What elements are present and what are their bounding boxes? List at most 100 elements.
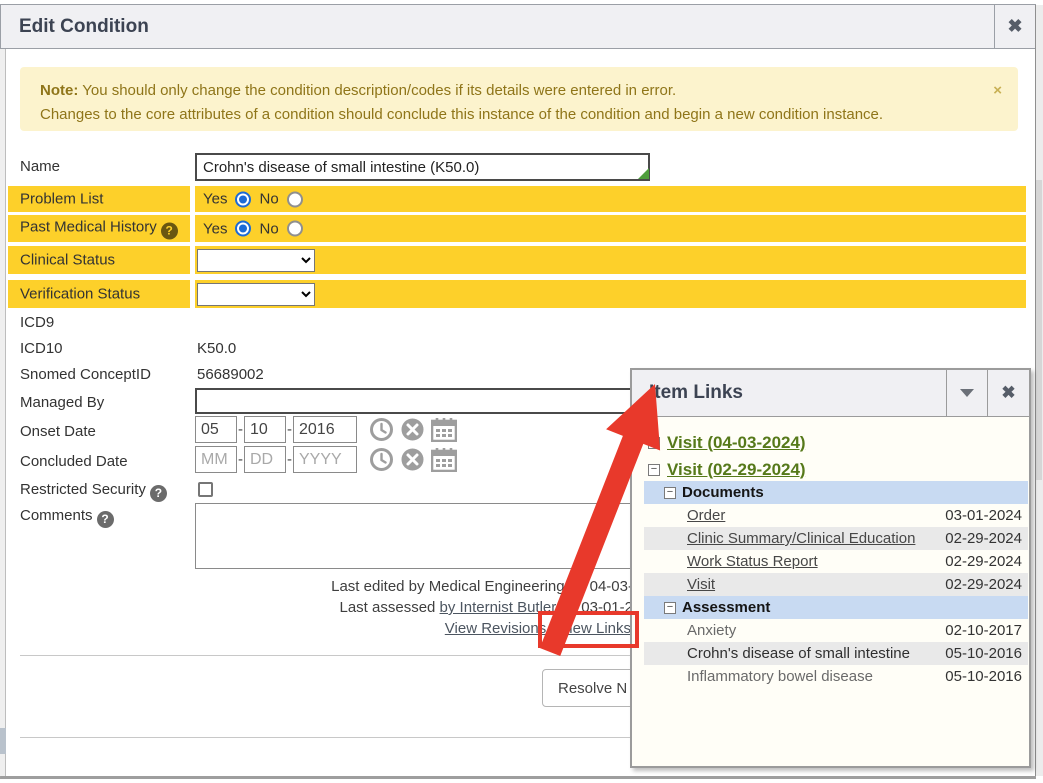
concluded-date-label: Concluded Date: [20, 453, 128, 470]
pmh-yes-radio[interactable]: [235, 221, 251, 237]
left-scrollbar-thumb[interactable]: [0, 728, 6, 754]
calendar-icon[interactable]: [431, 417, 457, 442]
assessment-section-header: − Assessment: [644, 596, 1028, 619]
document-row: Clinic Summary/Clinical Education 02-29-…: [644, 527, 1028, 550]
visit-link-row: − Visit (04-03-2024): [648, 429, 806, 456]
clock-icon[interactable]: [369, 447, 394, 472]
visit-link-row: − Visit (02-29-2024): [648, 456, 806, 483]
assessment-item: Inflammatory bowel disease: [687, 668, 873, 685]
visit-link[interactable]: Visit (04-03-2024): [667, 433, 806, 453]
assessment-date: 05-10-2016: [945, 668, 1022, 685]
assessment-date: 02-10-2017: [945, 622, 1022, 639]
concluded-month-input[interactable]: [195, 446, 237, 473]
pmh-label-cell: Past Medical History?: [8, 215, 190, 242]
problem-list-yes-label: Yes: [203, 191, 227, 208]
problem-list-label: Problem List: [20, 191, 103, 208]
verification-status-select[interactable]: [197, 283, 315, 306]
pmh-label: Past Medical History?: [20, 218, 178, 239]
comments-textarea[interactable]: [195, 503, 655, 569]
item-links-title: Item Links: [649, 382, 743, 404]
document-row: Order 03-01-2024: [644, 504, 1028, 527]
edit-condition-dialog: Edit Condition ✖ Note: You should only c…: [0, 0, 1043, 783]
name-input[interactable]: [195, 153, 650, 181]
collapse-icon[interactable]: −: [648, 437, 660, 449]
view-revisions-link[interactable]: View Revisions: [445, 620, 546, 637]
concluded-date-group: - -: [195, 446, 457, 473]
concluded-day-input[interactable]: [244, 446, 286, 473]
clinical-status-label: Clinical Status: [20, 252, 115, 269]
clinical-status-value-cell: [195, 246, 1026, 274]
problem-list-yes-radio[interactable]: [235, 191, 251, 207]
document-link[interactable]: Order: [687, 507, 725, 524]
name-label: Name: [20, 158, 60, 175]
item-links-header: Item Links ✖: [632, 370, 1029, 417]
note-banner: Note: You should only change the conditi…: [20, 67, 1018, 131]
problem-list-value-cell: Yes No: [195, 186, 1026, 212]
section-title: Assessment: [682, 599, 770, 616]
assessment-item: Crohn's disease of small intestine: [687, 645, 910, 662]
assessment-row: Crohn's disease of small intestine 05-10…: [644, 642, 1028, 665]
clock-icon[interactable]: [369, 417, 394, 442]
clinical-status-label-cell: Clinical Status: [8, 246, 190, 274]
last-edited-text: Last edited by Medical Engineering on 04…: [250, 576, 633, 597]
restricted-security-checkbox[interactable]: [198, 482, 213, 497]
visit-link[interactable]: Visit (02-29-2024): [667, 460, 806, 480]
note-line2: Changes to the core attributes of a cond…: [40, 103, 978, 127]
collapse-icon[interactable]: −: [664, 487, 676, 499]
restricted-security-label: Restricted Security?: [20, 481, 167, 502]
calendar-icon[interactable]: [431, 447, 457, 472]
left-scrollbar[interactable]: [0, 49, 6, 776]
right-scrollbar-thumb[interactable]: [1036, 180, 1042, 480]
problem-list-no-radio[interactable]: [287, 191, 303, 207]
pmh-no-radio[interactable]: [287, 221, 303, 237]
clear-date-icon[interactable]: [400, 417, 425, 442]
snomed-value: 56689002: [197, 366, 264, 383]
help-icon[interactable]: ?: [97, 511, 114, 528]
onset-date-label: Onset Date: [20, 423, 96, 440]
comments-label: Comments?: [20, 507, 114, 528]
section-title: Documents: [682, 484, 764, 501]
verification-status-label-cell: Verification Status: [8, 280, 190, 308]
note-label: Note:: [40, 82, 78, 99]
note-dismiss-icon[interactable]: ×: [993, 79, 1002, 103]
view-links-highlight-box: [538, 611, 639, 648]
onset-date-group: - -: [195, 416, 457, 443]
onset-day-input[interactable]: [244, 416, 286, 443]
help-icon[interactable]: ?: [161, 222, 178, 239]
right-scrollbar[interactable]: [1035, 5, 1043, 776]
collapse-icon[interactable]: −: [664, 602, 676, 614]
document-link[interactable]: Work Status Report: [687, 553, 818, 570]
popup-close-icon[interactable]: ✖: [987, 370, 1029, 416]
clinical-status-select[interactable]: [197, 249, 315, 272]
clear-date-icon[interactable]: [400, 447, 425, 472]
help-icon[interactable]: ?: [150, 485, 167, 502]
assessment-date: 05-10-2016: [945, 645, 1022, 662]
concluded-year-input[interactable]: [293, 446, 357, 473]
verification-status-label: Verification Status: [20, 286, 140, 303]
assessment-row: Inflammatory bowel disease 05-10-2016: [644, 665, 1028, 688]
problem-list-label-cell: Problem List: [8, 186, 190, 212]
document-link[interactable]: Clinic Summary/Clinical Education: [687, 530, 915, 547]
collapse-icon[interactable]: −: [648, 464, 660, 476]
documents-section-header: − Documents: [644, 481, 1028, 504]
item-links-popup: Item Links ✖ − Visit (04-03-2024) − Visi…: [630, 368, 1031, 768]
document-row: Visit 02-29-2024: [644, 573, 1028, 596]
problem-list-no-label: No: [259, 191, 278, 208]
onset-month-input[interactable]: [195, 416, 237, 443]
onset-year-input[interactable]: [293, 416, 357, 443]
document-date: 02-29-2024: [945, 553, 1022, 570]
verification-status-value-cell: [195, 280, 1026, 308]
name-resize-corner[interactable]: [638, 168, 649, 179]
document-link[interactable]: Visit: [687, 576, 715, 593]
managed-by-label: Managed By: [20, 394, 104, 411]
popup-dropdown-button[interactable]: [946, 370, 987, 416]
pmh-no-label: No: [259, 220, 278, 237]
managed-by-input[interactable]: [195, 388, 655, 414]
document-date: 02-29-2024: [945, 576, 1022, 593]
close-icon[interactable]: ✖: [994, 5, 1035, 48]
pmh-yes-label: Yes: [203, 220, 227, 237]
document-date: 03-01-2024: [945, 507, 1022, 524]
dialog-titlebar: Edit Condition ✖: [0, 4, 1036, 49]
pmh-value-cell: Yes No: [195, 215, 1026, 242]
dialog-title: Edit Condition: [19, 16, 149, 38]
